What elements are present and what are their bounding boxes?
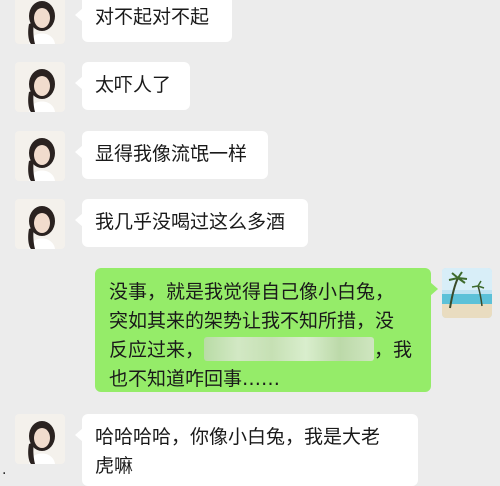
message-text: 太吓人了 bbox=[95, 74, 172, 96]
girl-avatar-icon[interactable] bbox=[15, 131, 65, 181]
message-text: 我几乎没喝过这么多酒 bbox=[95, 211, 286, 233]
message-bubble: 太吓人了 bbox=[75, 62, 190, 110]
girl-avatar-icon[interactable] bbox=[15, 199, 65, 249]
message-bubble: 显得我像流氓一样 bbox=[75, 131, 268, 179]
message-bubble: 哈哈哈哈，你像小白兔，我是大老 虎嘛 bbox=[75, 414, 418, 486]
message-text-line: 突如其来的架势让我不知所措，没 bbox=[109, 310, 395, 332]
message-text-line: 没事，就是我觉得自己像小白兔， bbox=[109, 281, 395, 303]
message-bubble: 我几乎没喝过这么多酒 bbox=[75, 199, 308, 247]
message-bubble-self: 没事，就是我觉得自己像小白兔， 突如其来的架势让我不知所措，没 反应过来， ，我 … bbox=[95, 268, 438, 392]
blurred-redaction bbox=[204, 337, 375, 361]
message-text-line: 哈哈哈哈，你像小白兔，我是大老 bbox=[95, 426, 381, 448]
message-text-line: 虎嘛 bbox=[95, 455, 134, 477]
stray-dot: . bbox=[2, 462, 7, 478]
girl-avatar-icon[interactable] bbox=[15, 62, 65, 112]
girl-avatar-icon[interactable] bbox=[15, 0, 65, 44]
message-text-line: 反应过来， ，我 bbox=[109, 336, 417, 365]
message-text: 对不起对不起 bbox=[95, 6, 210, 28]
girl-avatar-icon[interactable] bbox=[15, 414, 65, 464]
message-text-fragment: ，我 bbox=[374, 339, 413, 361]
message-bubble: 对不起对不起 bbox=[75, 0, 232, 42]
message-text: 显得我像流氓一样 bbox=[95, 143, 248, 165]
message-text-line: 也不知道咋回事…… bbox=[109, 368, 281, 390]
message-text-fragment: 反应过来， bbox=[109, 339, 205, 361]
beach-avatar-icon[interactable] bbox=[442, 268, 492, 318]
